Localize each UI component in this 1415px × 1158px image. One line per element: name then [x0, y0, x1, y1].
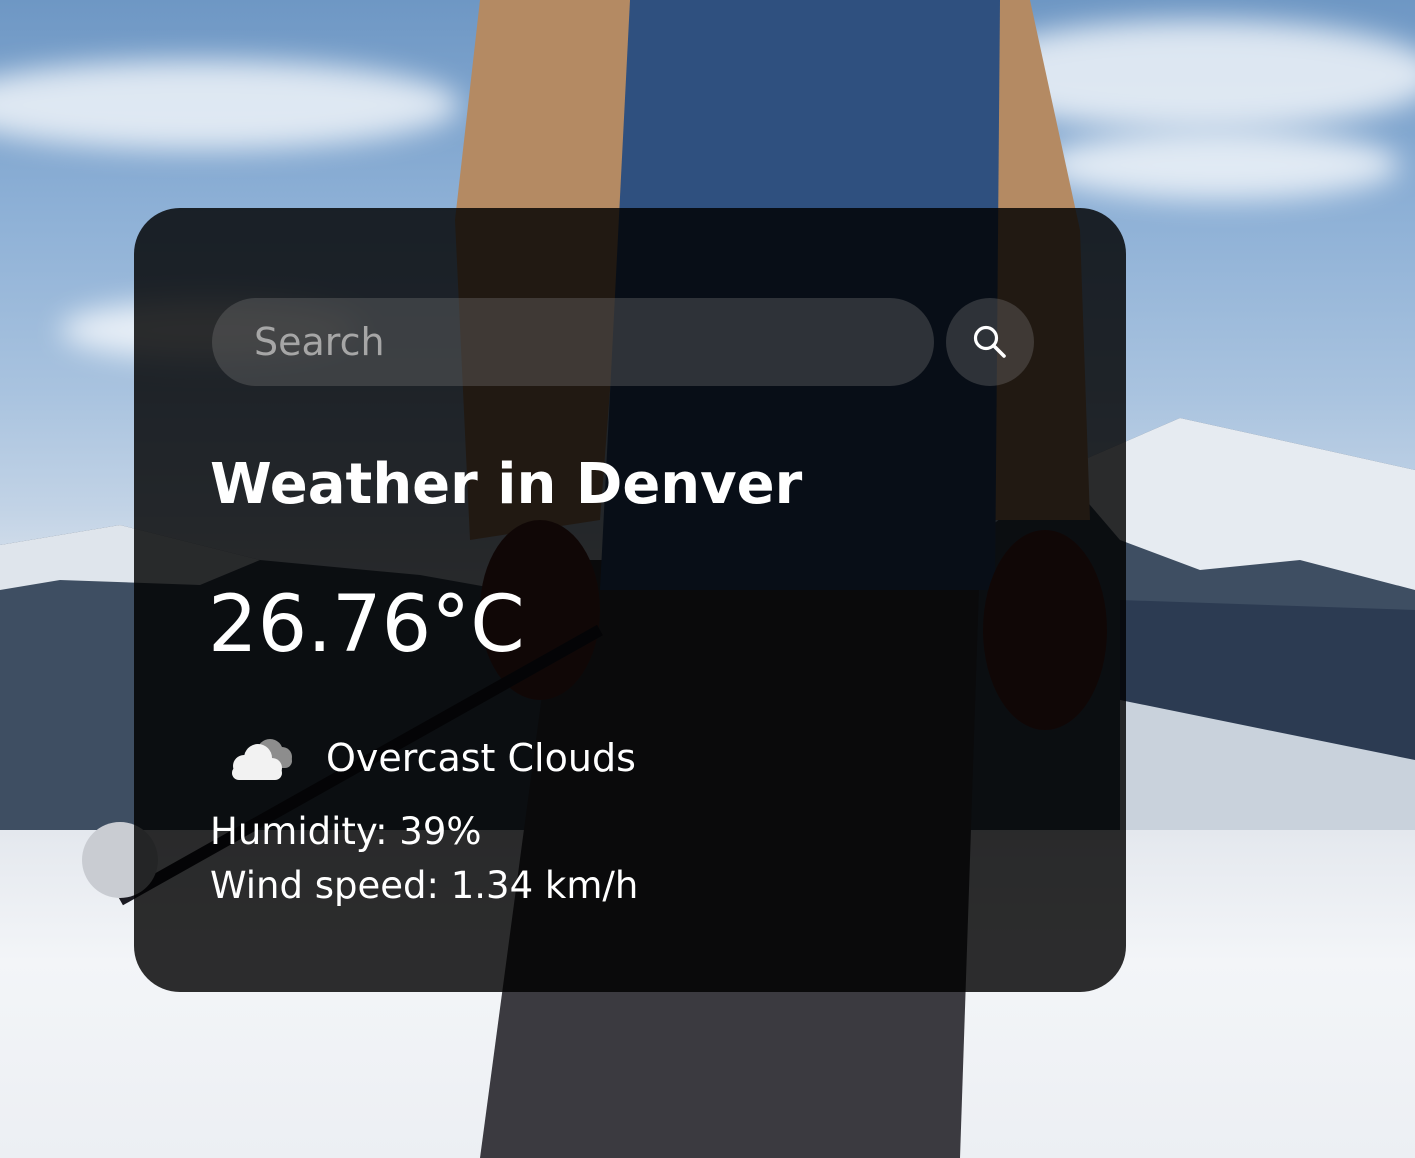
search-bar [212, 298, 1034, 386]
wind-speed-text: Wind speed: 1.34 km/h [210, 864, 639, 907]
weather-condition: Overcast Clouds [220, 730, 636, 786]
search-icon [973, 325, 1006, 358]
search-button[interactable] [946, 298, 1034, 386]
cloud-icon [232, 739, 292, 780]
location-title: Weather in Denver [210, 452, 803, 517]
temperature-value: 26.76°C [208, 580, 525, 670]
weather-card: Weather in Denver 26.76°C Overcast Cloud… [134, 208, 1126, 992]
humidity-text: Humidity: 39% [210, 810, 482, 853]
search-input[interactable] [212, 298, 934, 386]
condition-description: Overcast Clouds [326, 736, 636, 780]
